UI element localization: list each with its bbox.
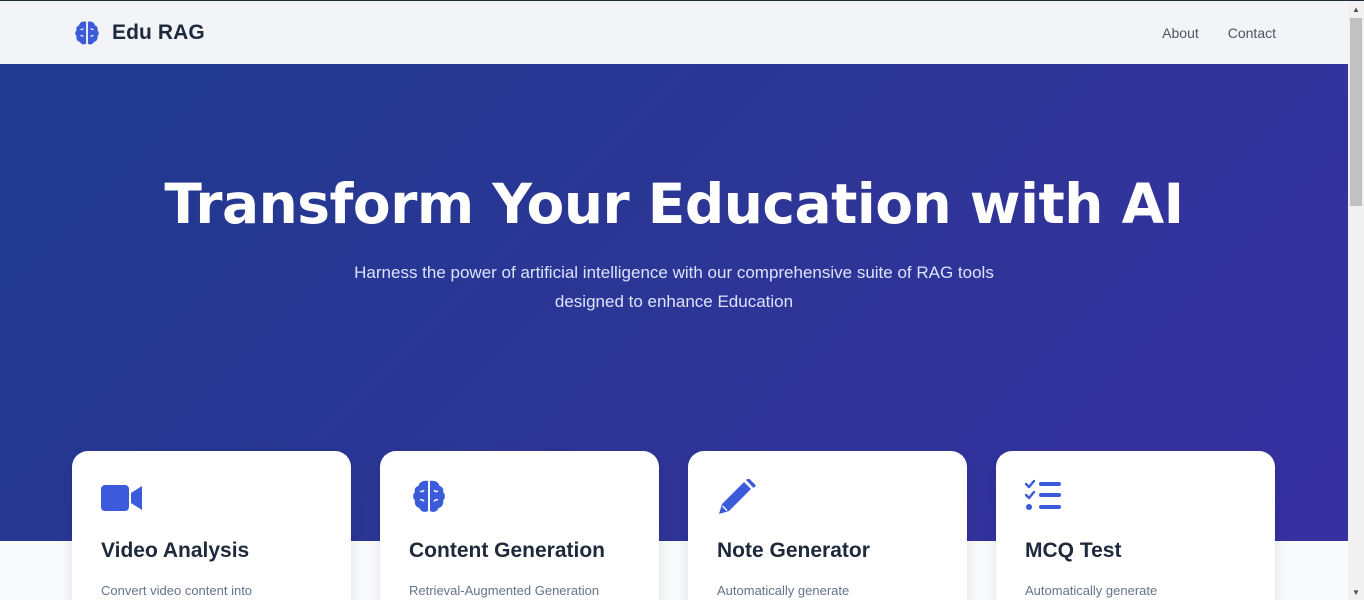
brand[interactable]: Edu RAG [72,18,205,48]
card-title: Video Analysis [101,539,250,562]
card-title: Note Generator [717,539,870,562]
card-description: Automatically generate [1025,583,1158,598]
brain-icon [409,479,451,517]
hero-subtitle: Harness the power of artificial intellig… [354,263,994,311]
feature-card-video-analysis[interactable]: Video Analysis Convert video content int… [72,451,351,600]
feature-card-mcq-test[interactable]: MCQ Test Automatically generate [996,451,1275,600]
card-title: MCQ Test [1025,539,1122,562]
brand-name: Edu RAG [112,20,205,44]
scroll-up-arrow-icon[interactable]: ▲ [1348,1,1364,17]
scrollbar-thumb[interactable] [1350,18,1362,206]
video-camera-icon [101,479,143,517]
feature-card-content-generation[interactable]: Content Generation Retrieval-Augmented G… [380,451,659,600]
nav-links: About Contact [1162,25,1276,41]
hero-title: Transform Your Education with AI [164,172,1184,236]
card-description: Convert video content into [101,583,253,598]
navbar: Edu RAG About Contact [0,1,1348,64]
feature-cards: Video Analysis Convert video content int… [72,451,1275,600]
vertical-scrollbar[interactable]: ▲ ▼ [1348,1,1364,600]
window-top-border [0,0,1364,1]
scroll-down-arrow-icon[interactable]: ▼ [1348,584,1364,600]
pencil-icon [717,478,759,517]
card-title: Content Generation [409,539,606,562]
nav-contact-link[interactable]: Contact [1228,25,1276,41]
brain-icon [72,18,102,48]
card-description: Retrieval-Augmented Generation [409,583,600,598]
nav-about-link[interactable]: About [1162,25,1199,41]
checklist-icon [1024,479,1067,517]
feature-card-note-generator[interactable]: Note Generator Automatically generate [688,451,967,600]
card-description: Automatically generate [717,583,850,598]
